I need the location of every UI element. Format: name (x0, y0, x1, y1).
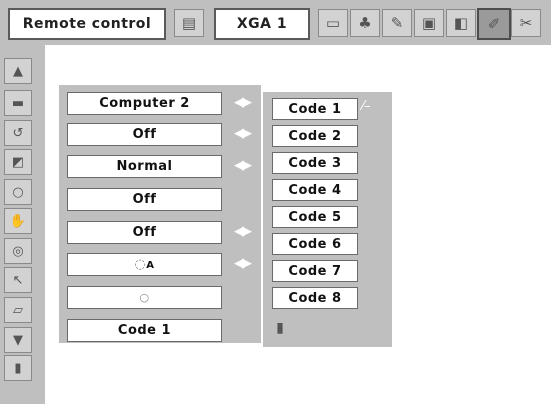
setting-value-2[interactable]: Off (67, 123, 222, 146)
input-icon[interactable]: ▤ (174, 9, 204, 37)
pointer-icon[interactable]: ↖ (4, 267, 32, 293)
code-option-2[interactable]: Code 2 (272, 125, 358, 147)
pc-adjust-icon[interactable]: ▭ (318, 9, 348, 37)
keystone-icon[interactable]: ◩ (4, 149, 32, 175)
clock-icon: ○ (139, 291, 150, 304)
setting-value-1[interactable]: Computer 2 (67, 92, 222, 115)
expand-icon[interactable]: ✐ (477, 8, 511, 40)
code-option-4[interactable]: Code 4 (272, 179, 358, 201)
code-option-1[interactable]: Code 1 (272, 98, 358, 120)
setting-value-4[interactable]: Off (67, 188, 222, 211)
auto-setup-icon[interactable]: ↺ (4, 120, 32, 146)
selected-mark-icon: ⁄– (362, 99, 371, 114)
info-icon[interactable]: ✂ (511, 9, 541, 37)
down-arrow-icon[interactable]: ▼ (4, 327, 32, 353)
top-toolbar: Remote control ▤ XGA 1 ▭ ♣ ✎ ▣ ◧ ✐ ✂ (0, 0, 551, 45)
image-adjust-icon[interactable]: ✎ (382, 9, 412, 37)
setting-value-7[interactable]: ○ (67, 286, 222, 309)
exit-icon[interactable]: ▮ (270, 318, 290, 338)
image-select-icon[interactable]: ♣ (350, 9, 380, 37)
code-option-3[interactable]: Code 3 (272, 152, 358, 174)
remote-control-icon[interactable]: ▱ (4, 297, 32, 323)
adjust-arrows-5[interactable]: ◀▶ (227, 221, 257, 242)
lamp-A-icon: ◌A (134, 257, 155, 272)
language-icon[interactable]: ▬ (4, 90, 32, 116)
screen-icon[interactable]: ▣ (414, 9, 444, 37)
setting-value-8[interactable]: Code 1 (67, 319, 222, 342)
left-sidebar: ▲ ▬ ↺ ◩ ○ ✋ ◎ ↖ ▱ ▼ ▮ (0, 45, 45, 404)
code-option-6[interactable]: Code 6 (272, 233, 358, 255)
code-option-5[interactable]: Code 5 (272, 206, 358, 228)
setting-value-3[interactable]: Normal (67, 155, 222, 178)
lamp-icon[interactable]: ○ (4, 179, 32, 205)
power-management-icon[interactable]: ◎ (4, 238, 32, 264)
setting-value-5[interactable]: Off (67, 221, 222, 244)
setting-icon[interactable]: ◧ (446, 9, 476, 37)
up-arrow-icon[interactable]: ▲ (4, 58, 32, 84)
menu-title: Remote control (8, 8, 166, 40)
adjust-arrows-6[interactable]: ◀▶ (227, 253, 257, 274)
exit-icon[interactable]: ▮ (4, 355, 32, 381)
code-option-7[interactable]: Code 7 (272, 260, 358, 282)
adjust-arrows-3[interactable]: ◀▶ (227, 155, 257, 176)
fan-icon[interactable]: ✋ (4, 208, 32, 234)
adjust-arrows-1[interactable]: ◀▶ (227, 92, 257, 113)
input-signal-label: XGA 1 (214, 8, 310, 40)
code-option-8[interactable]: Code 8 (272, 287, 358, 309)
setting-value-6[interactable]: ◌A (67, 253, 222, 276)
adjust-arrows-2[interactable]: ◀▶ (227, 123, 257, 144)
